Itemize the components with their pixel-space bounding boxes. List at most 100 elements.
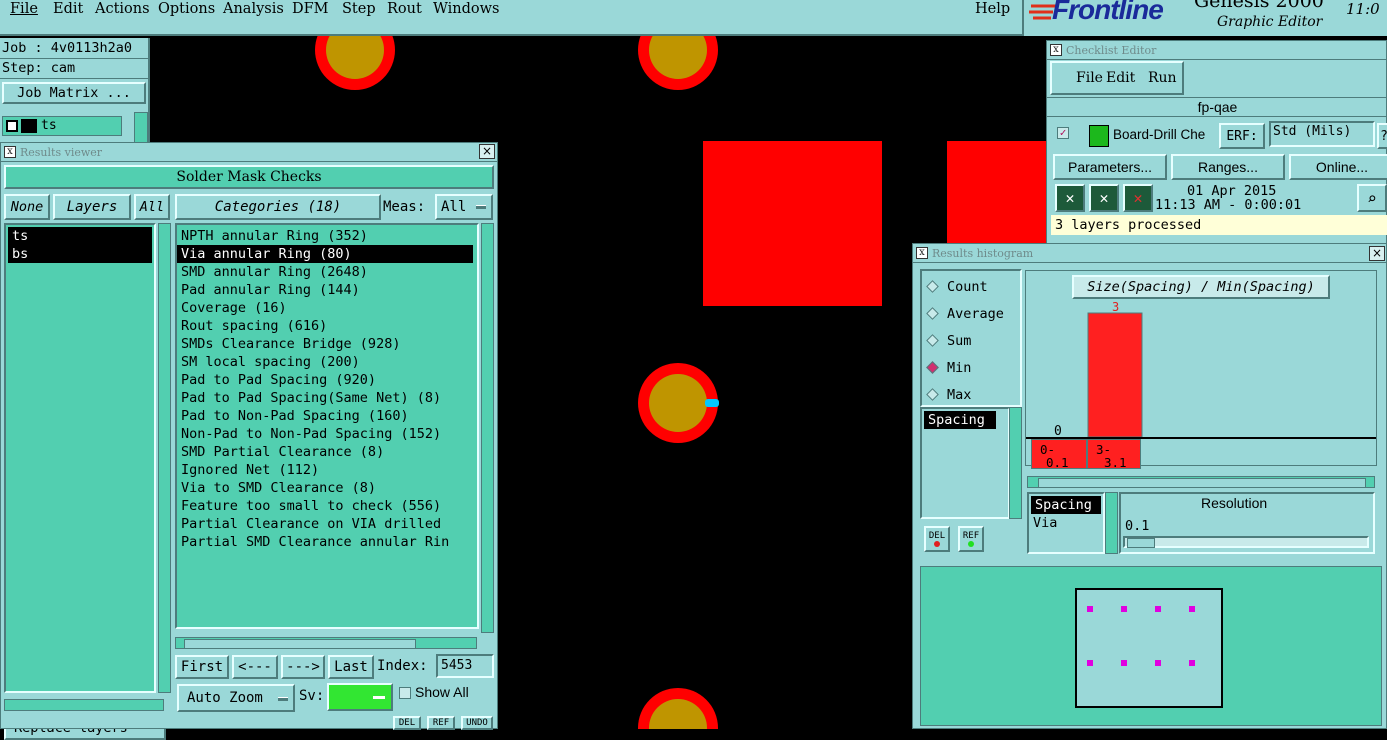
radio-icon bbox=[926, 388, 939, 401]
checklist-menu-file[interactable]: File bbox=[1076, 70, 1103, 86]
menu-rout[interactable]: Rout bbox=[387, 1, 422, 17]
auto-zoom-dropdown[interactable]: Auto Zoom bbox=[177, 684, 295, 712]
mode-count[interactable]: Count bbox=[922, 273, 1020, 300]
zoom-icon[interactable]: ⌕ bbox=[1357, 184, 1387, 212]
resolution-slider[interactable] bbox=[1123, 536, 1369, 548]
sv-dropdown[interactable] bbox=[327, 683, 393, 711]
attribute-list[interactable]: Spacing bbox=[920, 407, 1010, 519]
run-check-icon[interactable]: ✕ bbox=[1055, 184, 1085, 212]
first-button[interactable]: First bbox=[175, 655, 229, 679]
menu-help[interactable]: Help bbox=[975, 1, 1010, 17]
hist-ref-button[interactable]: REF bbox=[958, 526, 984, 552]
next-button[interactable]: ---> bbox=[281, 655, 325, 679]
attribute-item[interactable]: Spacing bbox=[924, 411, 996, 429]
category-item[interactable]: SM local spacing (200) bbox=[177, 353, 477, 371]
mode-max[interactable]: Max bbox=[922, 381, 1020, 408]
layers-scrollbar[interactable] bbox=[158, 223, 171, 693]
check-enabled-icon[interactable]: ✓ bbox=[1057, 127, 1069, 139]
histogram-titlebar[interactable]: x Results histogram bbox=[913, 244, 1386, 263]
layers-list[interactable]: ts bs bbox=[4, 223, 156, 693]
category-item[interactable]: Pad to Pad Spacing(Same Net) (8) bbox=[177, 389, 477, 407]
category-item[interactable]: Via annular Ring (80) bbox=[177, 245, 473, 263]
category-item[interactable]: SMD Partial Clearance (8) bbox=[177, 443, 477, 461]
run-check-icon[interactable]: ✕ bbox=[1089, 184, 1119, 212]
category-item[interactable]: Non-Pad to Non-Pad Spacing (152) bbox=[177, 425, 477, 443]
meas-dropdown[interactable]: All bbox=[435, 194, 493, 220]
category-item[interactable]: Feature too small to check (556) bbox=[177, 497, 477, 515]
menu-dfm[interactable]: DFM bbox=[292, 1, 329, 17]
last-button[interactable]: Last bbox=[328, 655, 374, 679]
ref-button[interactable]: REF bbox=[427, 716, 455, 730]
category-item[interactable]: NPTH annular Ring (352) bbox=[177, 227, 477, 245]
layers-button[interactable]: Layers bbox=[53, 194, 131, 220]
mode-average[interactable]: Average bbox=[922, 300, 1020, 327]
attr-item-via[interactable]: Via bbox=[1029, 514, 1103, 532]
attribute-scrollbar[interactable] bbox=[1009, 407, 1022, 519]
menu-actions[interactable]: Actions bbox=[95, 1, 150, 17]
index-input[interactable]: 5453 bbox=[436, 654, 494, 678]
erf-button[interactable]: ERF: bbox=[1219, 123, 1265, 149]
category-item[interactable]: Pad to Non-Pad Spacing (160) bbox=[177, 407, 477, 425]
category-item[interactable]: Pad annular Ring (144) bbox=[177, 281, 477, 299]
layer-row[interactable]: ts bbox=[2, 116, 122, 136]
attr-name-list[interactable]: Spacing Via bbox=[1027, 492, 1105, 554]
mode-label: Count bbox=[947, 278, 988, 295]
menu-analysis[interactable]: Analysis bbox=[223, 1, 284, 17]
checklist-menu-edit[interactable]: Edit bbox=[1106, 70, 1135, 86]
overview-map[interactable] bbox=[920, 566, 1382, 726]
layer-checkbox-icon[interactable] bbox=[6, 120, 18, 132]
category-item[interactable]: Pad to Pad Spacing (920) bbox=[177, 371, 477, 389]
help-button[interactable]: ? bbox=[1377, 123, 1387, 149]
categories-button[interactable]: Categories (18) bbox=[175, 194, 381, 220]
checklist-menu-run[interactable]: Run bbox=[1148, 70, 1177, 86]
online-button[interactable]: Online... bbox=[1289, 154, 1387, 180]
histogram-hscrollbar[interactable] bbox=[1027, 476, 1375, 488]
categories-scrollbar[interactable] bbox=[481, 223, 494, 633]
category-item[interactable]: Coverage (16) bbox=[177, 299, 477, 317]
menu-windows[interactable]: Windows bbox=[433, 1, 500, 17]
categories-list[interactable]: NPTH annular Ring (352) Via annular Ring … bbox=[175, 223, 479, 629]
close-icon[interactable]: × bbox=[1369, 246, 1385, 261]
menu-options[interactable]: Options bbox=[158, 1, 215, 17]
checklist-titlebar[interactable]: x Checklist Editor bbox=[1047, 41, 1386, 60]
category-item[interactable]: Via to SMD Clearance (8) bbox=[177, 479, 477, 497]
menu-edit[interactable]: Edit bbox=[53, 1, 83, 17]
category-item[interactable]: Rout spacing (616) bbox=[177, 317, 477, 335]
category-item[interactable]: Partial Clearance on VIA drilled bbox=[177, 515, 477, 533]
category-item[interactable]: SMDs Clearance Bridge (928) bbox=[177, 335, 477, 353]
meas-label: Meas: bbox=[383, 199, 426, 215]
mode-sum[interactable]: Sum bbox=[922, 327, 1020, 354]
previous-button[interactable]: <--- bbox=[232, 655, 278, 679]
attr-item-spacing[interactable]: Spacing bbox=[1031, 496, 1101, 514]
histogram-bar[interactable] bbox=[1087, 312, 1143, 438]
undo-button[interactable]: UNDO bbox=[461, 716, 493, 730]
erf-value-field[interactable]: Std (Mils) bbox=[1269, 121, 1375, 147]
menu-step[interactable]: Step bbox=[342, 1, 376, 17]
show-all-checkbox[interactable] bbox=[399, 687, 411, 699]
bin-1[interactable]: 3- 3.1 bbox=[1087, 439, 1141, 470]
slider-thumb[interactable] bbox=[1127, 538, 1155, 548]
parameters-button[interactable]: Parameters... bbox=[1053, 154, 1167, 180]
close-icon[interactable]: × bbox=[479, 144, 495, 159]
category-item[interactable]: Partial SMD Clearance annular Rin bbox=[177, 533, 477, 551]
layers-hscrollbar[interactable] bbox=[4, 699, 164, 711]
all-layers-button[interactable]: All bbox=[134, 194, 170, 220]
bin-0[interactable]: 0- 0.1 bbox=[1031, 439, 1087, 470]
menu-file[interactable]: File bbox=[10, 1, 38, 17]
del-button[interactable]: DEL bbox=[393, 716, 421, 730]
none-button[interactable]: None bbox=[4, 194, 50, 220]
window-title: Results histogram bbox=[932, 246, 1034, 260]
layer-item-ts[interactable]: ts bbox=[8, 227, 152, 245]
categories-hscrollbar[interactable] bbox=[175, 637, 477, 649]
results-viewer-titlebar[interactable]: x Results viewer bbox=[1, 143, 497, 162]
attr-scrollbar[interactable] bbox=[1105, 492, 1118, 554]
ranges-button[interactable]: Ranges... bbox=[1171, 154, 1285, 180]
job-matrix-button[interactable]: Job Matrix ... bbox=[2, 82, 146, 104]
stop-check-icon[interactable]: ✕ bbox=[1123, 184, 1153, 212]
mode-min[interactable]: Min bbox=[922, 354, 1020, 381]
category-item[interactable]: SMD annular Ring (2648) bbox=[177, 263, 477, 281]
hist-del-button[interactable]: DEL bbox=[924, 526, 950, 552]
product-subtitle: Graphic Editor bbox=[1217, 14, 1323, 30]
layer-item-bs[interactable]: bs bbox=[8, 245, 152, 263]
category-item[interactable]: Ignored Net (112) bbox=[177, 461, 477, 479]
